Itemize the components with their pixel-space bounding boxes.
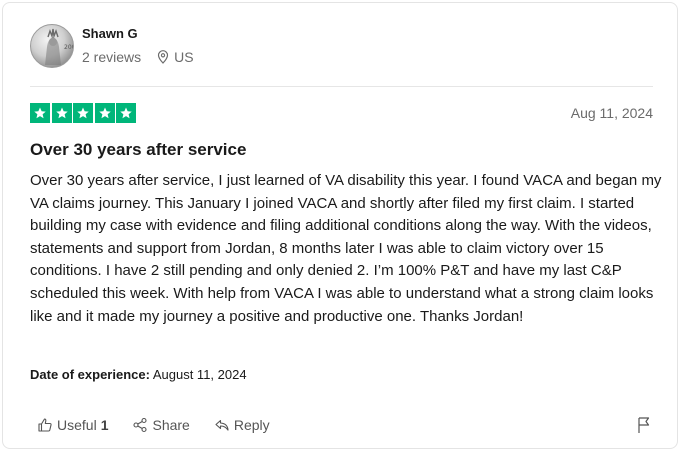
review-title[interactable]: Over 30 years after service [30,140,246,160]
reviewer-header: 2000 Shawn G 2 reviews US [30,23,194,69]
header-divider [30,86,653,87]
coin-avatar-icon[interactable]: 2000 [30,24,74,68]
date-of-experience: Date of experience: August 11, 2024 [30,367,247,382]
experience-date: August 11, 2024 [152,367,247,382]
svg-text:2000: 2000 [64,44,74,51]
experience-label: Date of experience: [30,367,150,382]
star-icon [94,103,115,123]
reply-button[interactable]: Reply [214,417,270,433]
reviews-count: 2 reviews [82,48,142,65]
star-icon [73,103,93,123]
star-rating [30,103,138,123]
review-actions: Useful 1 Share Reply [37,417,294,433]
thumbs-up-icon [38,418,52,432]
location-text: US [174,48,194,65]
reply-icon [215,419,229,431]
useful-label: Useful [57,417,97,433]
star-icon [116,103,136,123]
useful-button[interactable]: Useful 1 [37,417,108,433]
location-pin-icon [158,49,169,64]
review-card: 2000 Shawn G 2 reviews US Aug 11, 2024 O… [2,2,678,449]
review-body: Over 30 years after service, I just lear… [30,172,662,325]
reviewer-name[interactable]: Shawn G [82,26,194,42]
report-flag-button[interactable] [636,416,652,439]
useful-count: 1 [100,417,109,433]
star-icon [30,103,50,123]
share-label: Share [152,417,190,433]
share-icon [133,417,148,433]
star-icon [51,103,72,123]
flag-icon [638,417,650,433]
share-button[interactable]: Share [132,417,190,433]
review-date: Aug 11, 2024 [570,105,653,121]
reviewer-location: US [157,48,194,65]
reply-label: Reply [233,417,270,433]
